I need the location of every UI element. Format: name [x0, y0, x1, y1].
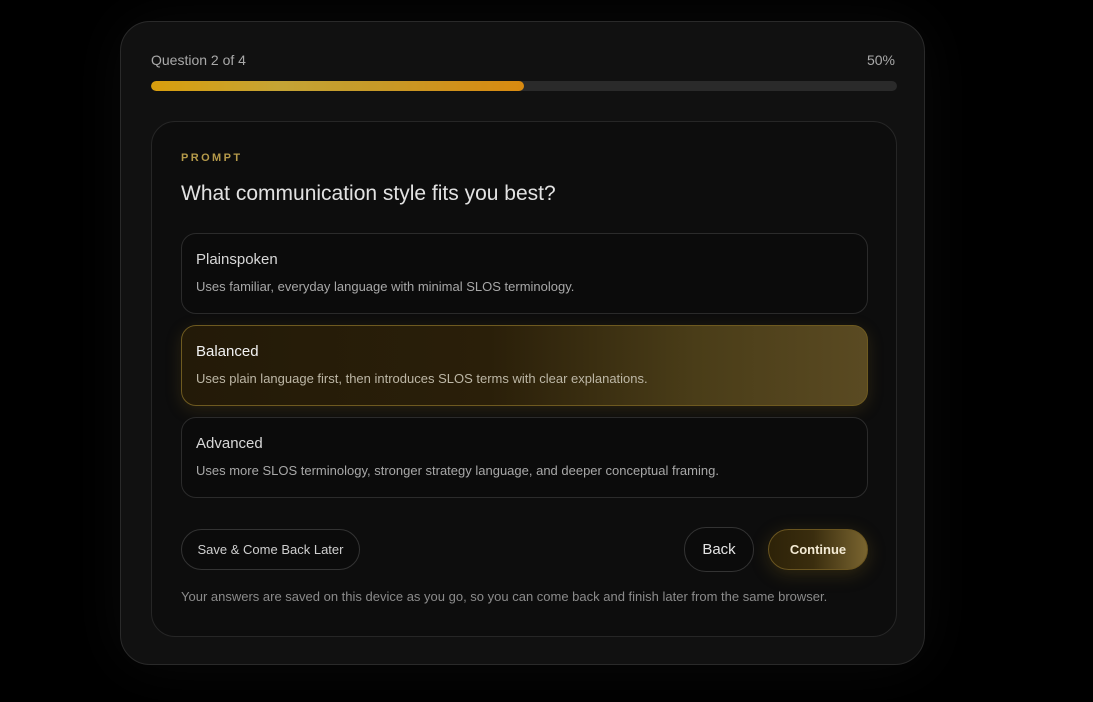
continue-button[interactable]: Continue — [768, 529, 868, 570]
option-advanced[interactable]: Advanced Uses more SLOS terminology, str… — [181, 417, 868, 498]
question-counter: Question 2 of 4 — [151, 52, 246, 68]
option-plainspoken[interactable]: Plainspoken Uses familiar, everyday lang… — [181, 233, 868, 314]
quiz-card: Question 2 of 4 50% PROMPT What communic… — [120, 21, 925, 665]
section-label: PROMPT — [181, 152, 243, 164]
question-title: What communication style fits you best? — [181, 182, 556, 205]
option-description: Uses plain language first, then introduc… — [196, 371, 648, 386]
option-title: Advanced — [196, 435, 263, 452]
progress-bar — [151, 81, 897, 91]
autosave-note: Your answers are saved on this device as… — [181, 589, 828, 604]
save-and-come-back-button[interactable]: Save & Come Back Later — [181, 529, 360, 570]
option-description: Uses more SLOS terminology, stronger str… — [196, 463, 719, 478]
question-panel: PROMPT What communication style fits you… — [151, 121, 897, 637]
progress-bar-fill — [151, 81, 524, 91]
option-description: Uses familiar, everyday language with mi… — [196, 279, 575, 294]
back-button[interactable]: Back — [684, 527, 754, 572]
progress-header: Question 2 of 4 50% — [151, 51, 895, 69]
option-balanced[interactable]: Balanced Uses plain language first, then… — [181, 325, 868, 406]
progress-percent: 50% — [866, 52, 895, 68]
option-title: Balanced — [196, 343, 259, 360]
option-title: Plainspoken — [196, 251, 278, 268]
